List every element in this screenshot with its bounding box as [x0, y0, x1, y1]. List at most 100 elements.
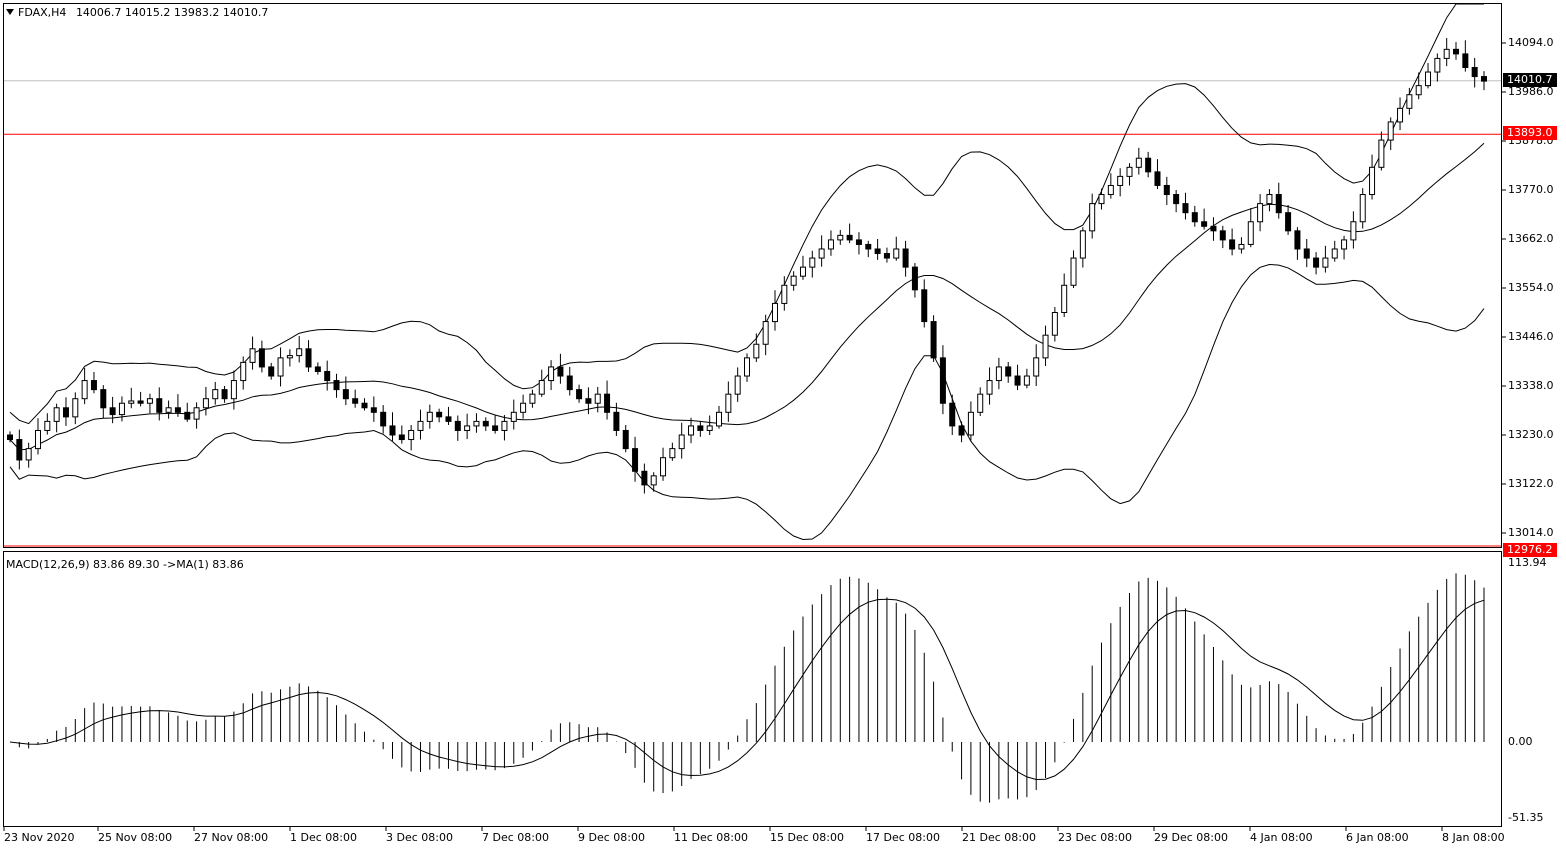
- candle-body: [716, 411, 723, 427]
- symbol-label: FDAX,H4: [18, 6, 67, 19]
- candle-body: [827, 239, 834, 250]
- candle-body: [1303, 248, 1310, 259]
- candle-body: [314, 366, 321, 372]
- candle-body: [1313, 257, 1320, 268]
- candle-body: [1247, 221, 1254, 245]
- candle-body: [137, 400, 144, 404]
- candle-body: [977, 393, 984, 413]
- candle-body: [594, 393, 601, 404]
- symbol-header: FDAX,H4 14006.7 14015.2 13983.2 14010.7: [6, 6, 268, 19]
- chart-canvas[interactable]: [0, 0, 1566, 850]
- price-tick-label: 13230.0: [1508, 428, 1554, 441]
- collapse-triangle-icon[interactable]: [6, 9, 14, 15]
- candle-body: [156, 398, 163, 413]
- candle-body: [1415, 85, 1422, 96]
- candle-body: [1434, 57, 1441, 73]
- candle-body: [818, 248, 825, 259]
- candle-body: [1350, 221, 1357, 241]
- candle-body: [454, 420, 461, 431]
- time-tick-label: 15 Dec 08:00: [770, 831, 844, 844]
- time-tick-label: 27 Nov 08:00: [194, 831, 269, 844]
- candle-body: [165, 407, 172, 413]
- candle-body: [1089, 203, 1096, 232]
- candle-body: [613, 411, 620, 431]
- time-tick-label: 6 Jan 08:00: [1346, 831, 1409, 844]
- price-tick-label: 14094.0: [1508, 36, 1554, 49]
- candle-body: [221, 389, 228, 400]
- candle-body: [342, 389, 349, 400]
- time-tick-label: 8 Jan 08:00: [1442, 831, 1505, 844]
- candle-body: [930, 321, 937, 359]
- candle-body: [855, 239, 862, 245]
- candle-body: [1163, 184, 1170, 196]
- candle-body: [184, 411, 191, 420]
- candle-body: [1294, 230, 1301, 250]
- candle-body: [426, 411, 433, 422]
- candle-body: [762, 321, 769, 345]
- candle-body: [939, 357, 946, 404]
- macd-signal-line: [9, 598, 1485, 781]
- candle-body: [883, 253, 890, 259]
- candle-body: [576, 389, 583, 400]
- price-tick-label: 13122.0: [1508, 477, 1554, 490]
- candle-body: [781, 284, 788, 304]
- candle-body: [706, 425, 713, 431]
- candle-body: [632, 448, 639, 472]
- candle-body: [529, 393, 536, 404]
- candle-body: [809, 257, 816, 268]
- candle-body: [436, 411, 443, 418]
- candle-body: [492, 425, 499, 431]
- candle-body: [771, 302, 778, 323]
- candle-body: [44, 420, 51, 431]
- trading-chart-window[interactable]: FDAX,H4 14006.7 14015.2 13983.2 14010.7 …: [0, 0, 1566, 850]
- candle-body: [1145, 157, 1152, 173]
- candle-body: [1238, 243, 1245, 250]
- candle-body: [202, 398, 209, 409]
- macd-tick-label: 0.00: [1508, 735, 1533, 748]
- candle-body: [72, 398, 79, 418]
- candle-body: [660, 457, 667, 477]
- candle-body: [1014, 375, 1021, 386]
- candle-body: [1182, 203, 1189, 214]
- candle-body: [62, 407, 69, 418]
- candle-body: [1005, 366, 1012, 377]
- candle-body: [1322, 257, 1329, 268]
- candle-body: [893, 248, 900, 259]
- candle-body: [128, 400, 135, 404]
- candle-body: [109, 407, 116, 416]
- candle-body: [370, 407, 377, 413]
- candle-body: [174, 407, 181, 413]
- candle-body: [1453, 48, 1460, 55]
- time-tick-label: 11 Dec 08:00: [674, 831, 748, 844]
- candle-body: [995, 366, 1002, 382]
- candle-body: [1154, 171, 1161, 186]
- candle-body: [1425, 71, 1432, 87]
- price-tick-label: 13014.0: [1508, 526, 1554, 539]
- candle-body: [482, 420, 489, 427]
- price-tick-label: 13662.0: [1508, 232, 1554, 245]
- candle-body: [296, 348, 303, 357]
- candle-body: [258, 348, 265, 368]
- candle-body: [1285, 212, 1292, 232]
- candle-body: [1107, 184, 1114, 196]
- low-price-tag: 12976.2: [1503, 543, 1557, 557]
- candle-body: [548, 366, 555, 382]
- candle-body: [473, 420, 480, 427]
- candle-body: [212, 389, 219, 400]
- candle-body: [1443, 48, 1450, 59]
- macd-pane-frame: [3, 551, 1502, 827]
- candle-body: [408, 429, 415, 441]
- candle-body: [1275, 194, 1282, 214]
- candle-body: [1191, 212, 1198, 223]
- candle-body: [1387, 121, 1394, 141]
- candle-body: [146, 398, 153, 404]
- time-tick-label: 3 Dec 08:00: [386, 831, 453, 844]
- candle-body: [986, 380, 993, 395]
- candle-body: [501, 420, 508, 431]
- time-tick-label: 23 Dec 08:00: [1058, 831, 1132, 844]
- candle-body: [361, 402, 368, 409]
- candle-body: [380, 411, 387, 427]
- time-tick-label: 9 Dec 08:00: [578, 831, 645, 844]
- macd-tick-label: 113.94: [1508, 556, 1547, 569]
- time-tick-label: 21 Dec 08:00: [962, 831, 1036, 844]
